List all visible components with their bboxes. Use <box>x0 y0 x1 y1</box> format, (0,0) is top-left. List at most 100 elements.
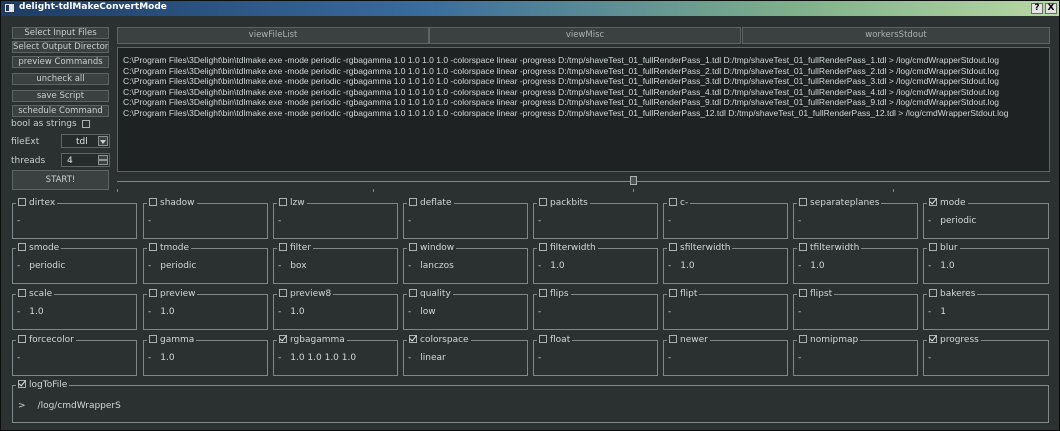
command-preview-text[interactable]: C:\Program Files\3Delight\bin\tdlmake.ex… <box>117 47 1050 172</box>
option-value-field[interactable]: - <box>148 216 160 226</box>
option-checkbox[interactable] <box>409 197 417 206</box>
option-checkbox[interactable] <box>799 288 807 297</box>
option-checkbox[interactable] <box>279 334 287 343</box>
title-bar[interactable]: delight-tdlMakeConvertMode ? X <box>1 1 1059 16</box>
option-checkbox[interactable] <box>539 197 547 206</box>
option-checkbox[interactable] <box>539 242 547 251</box>
option-value-field[interactable]: - periodic <box>17 261 65 271</box>
option-label: nomipmap <box>810 335 859 345</box>
option-value-field[interactable]: - <box>538 353 550 363</box>
uncheck-all-button[interactable]: uncheck all <box>12 73 109 85</box>
option-checkbox[interactable] <box>18 288 26 297</box>
option-checkbox[interactable] <box>799 197 807 206</box>
option-checkbox[interactable] <box>929 197 937 206</box>
option-checkbox[interactable] <box>279 288 287 297</box>
option-checkbox[interactable] <box>18 242 26 251</box>
file-ext-select[interactable]: tdl <box>61 134 110 148</box>
option-label: preview8 <box>290 289 332 299</box>
option-label: forcecolor <box>29 335 74 345</box>
bool-as-strings-checkbox[interactable] <box>81 119 90 128</box>
start-button[interactable]: START! <box>12 170 109 190</box>
threads-spinbox[interactable]: 4 <box>61 153 110 167</box>
schedule-command-button[interactable]: schedule Command <box>12 105 109 117</box>
option-checkbox[interactable] <box>409 334 417 343</box>
option-value-field[interactable]: -1.0 <box>538 261 565 271</box>
help-button[interactable]: ? <box>1031 3 1043 14</box>
option-value-field[interactable]: > /log/cmdWrapperS <box>18 401 121 411</box>
option-checkbox[interactable] <box>539 288 547 297</box>
option-checkbox[interactable] <box>409 288 417 297</box>
option-checkbox[interactable] <box>929 334 937 343</box>
option-checkbox[interactable] <box>409 242 417 251</box>
option-value-field[interactable]: - <box>538 216 550 226</box>
option-label: progress <box>940 335 979 345</box>
option-value-field[interactable]: - <box>17 216 29 226</box>
option-value: low <box>420 307 436 317</box>
splitter-handle[interactable] <box>630 176 637 185</box>
option-checkbox[interactable] <box>669 242 677 251</box>
option-value-field[interactable]: - <box>928 353 940 363</box>
option-value-field[interactable]: - <box>798 216 810 226</box>
option-value-field[interactable]: -1.0 <box>278 307 305 317</box>
option-header: sfilterwidth <box>667 242 733 253</box>
tab-workers-stdout[interactable]: workersStdout <box>742 27 1050 44</box>
preview-commands-button[interactable]: preview Commands <box>12 56 109 68</box>
option-value-field[interactable]: - <box>408 216 420 226</box>
option-checkbox[interactable] <box>149 242 157 251</box>
option-checkbox[interactable] <box>669 288 677 297</box>
option-value-field[interactable]: -1.0 <box>798 261 825 271</box>
option-checkbox[interactable] <box>799 334 807 343</box>
option-value-field[interactable]: - <box>798 307 810 317</box>
option-value-field[interactable]: - periodic <box>148 261 196 271</box>
option-value-field[interactable]: - lanczos <box>408 261 454 271</box>
option-checkbox[interactable] <box>929 288 937 297</box>
option-checkbox[interactable] <box>669 334 677 343</box>
select-input-files-button[interactable]: Select Input Files <box>12 27 109 39</box>
option-value-field[interactable]: - <box>538 307 550 317</box>
option-checkbox[interactable] <box>279 197 287 206</box>
chevron-down-icon[interactable] <box>98 136 108 146</box>
option-value-field[interactable]: -1 <box>928 307 946 317</box>
option-checkbox[interactable] <box>149 288 157 297</box>
tab-view-file-list[interactable]: viewFileList <box>117 27 429 44</box>
option-label: newer <box>680 335 708 345</box>
option-checkbox[interactable] <box>18 334 26 343</box>
option-checkbox[interactable] <box>149 197 157 206</box>
option-group-sfilterwidth: sfilterwidth -1.0 <box>663 242 788 284</box>
option-checkbox[interactable] <box>669 197 677 206</box>
tab-view-misc[interactable]: viewMisc <box>429 27 741 44</box>
option-value-field[interactable]: -1.0 <box>148 307 175 317</box>
option-value-field[interactable]: - linear <box>408 353 446 363</box>
save-script-button[interactable]: save Script <box>12 90 109 102</box>
option-group-nomipmap: nomipmap - <box>793 334 918 376</box>
option-checkbox[interactable] <box>799 242 807 251</box>
option-value-field[interactable]: - <box>668 307 680 317</box>
option-value-field[interactable]: - <box>668 353 680 363</box>
option-value-field[interactable]: - <box>798 353 810 363</box>
option-checkbox[interactable] <box>18 197 26 206</box>
option-value-field[interactable]: -1.0 <box>17 307 44 317</box>
option-value-field[interactable]: - <box>17 353 29 363</box>
option-checkbox[interactable] <box>279 242 287 251</box>
option-checkbox[interactable] <box>539 334 547 343</box>
option-label: c- <box>680 198 689 208</box>
option-checkbox[interactable] <box>149 334 157 343</box>
select-output-directory-button[interactable]: Select Output Directory <box>12 41 109 53</box>
option-checkbox[interactable] <box>18 379 26 388</box>
option-group-flipt: flipt - <box>663 288 788 330</box>
option-value-field[interactable]: -1.0 <box>928 261 955 271</box>
option-header: blur <box>927 242 960 253</box>
option-group-preview8: preview8 -1.0 <box>273 288 398 330</box>
close-button[interactable]: X <box>1045 3 1057 14</box>
option-value-field[interactable]: - <box>278 216 290 226</box>
option-value-field[interactable]: -1.0 1.0 1.0 1.0 <box>278 353 356 363</box>
option-value-field[interactable]: - periodic <box>928 216 976 226</box>
spin-down-icon[interactable] <box>98 160 108 165</box>
option-value-field[interactable]: - <box>668 216 680 226</box>
option-checkbox[interactable] <box>929 242 937 251</box>
option-value-field[interactable]: -1.0 <box>148 353 175 363</box>
option-prefix: - <box>148 261 152 271</box>
option-value-field[interactable]: - low <box>408 307 436 317</box>
option-value-field[interactable]: -1.0 <box>668 261 695 271</box>
option-value-field[interactable]: - box <box>278 261 307 271</box>
